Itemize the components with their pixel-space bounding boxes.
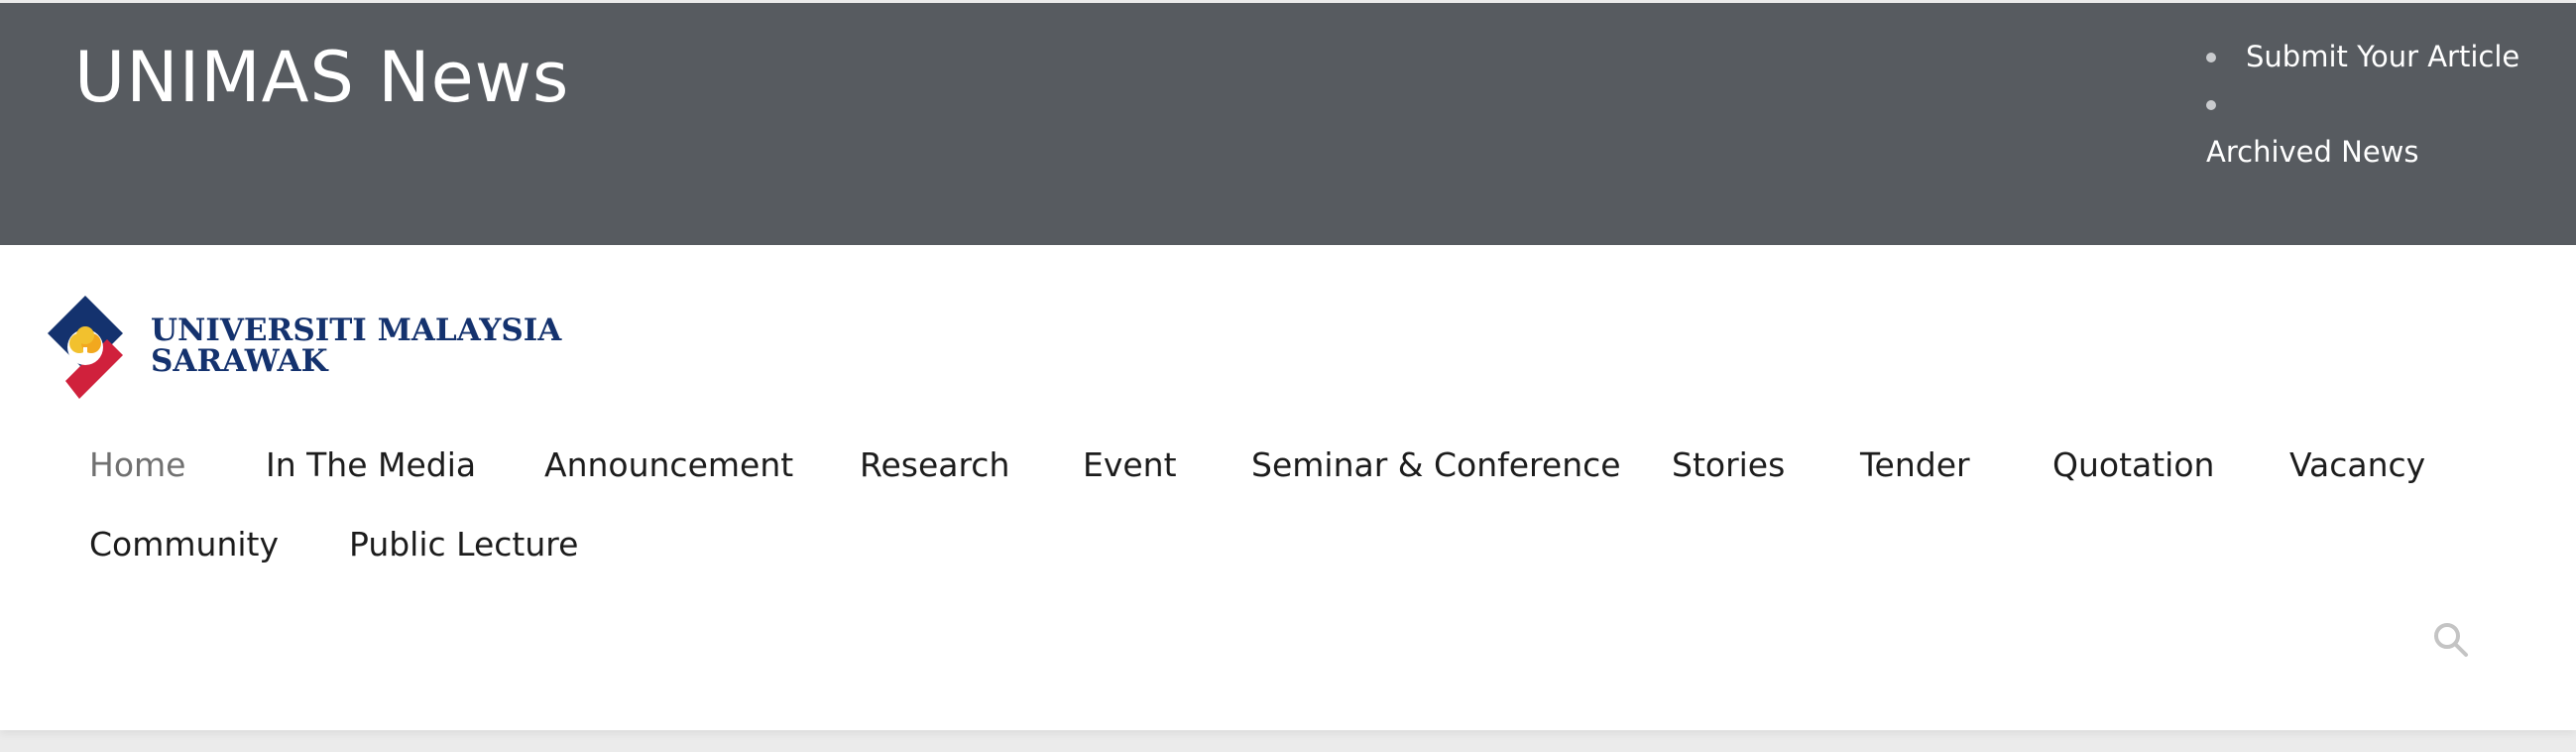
university-logo[interactable]: UNIVERSITI MALAYSIA SARAWAK xyxy=(44,292,561,405)
bullet-icon xyxy=(2206,53,2216,63)
nav-item-event[interactable]: Event xyxy=(1083,443,1177,487)
nav-item-community[interactable]: Community xyxy=(89,523,279,566)
top-link-item xyxy=(2206,80,2519,128)
top-link-item: Submit Your Article xyxy=(2206,33,2519,80)
nav-item-quotation[interactable]: Quotation xyxy=(2052,443,2214,487)
nav-item-research[interactable]: Research xyxy=(860,443,1009,487)
top-links: Submit Your Article Archived News xyxy=(2206,33,2519,176)
top-link-item: Archived News xyxy=(2206,128,2519,176)
nav-item-home[interactable]: Home xyxy=(89,443,185,487)
nav-item-public-lecture[interactable]: Public Lecture xyxy=(349,523,578,566)
bullet-icon xyxy=(2206,100,2216,110)
archived-news-link[interactable]: Archived News xyxy=(2206,128,2519,176)
unimas-logo-icon xyxy=(48,296,123,399)
nav-item-announcement[interactable]: Announcement xyxy=(544,443,793,487)
main-header: UNIVERSITI MALAYSIA SARAWAK Home In The … xyxy=(0,245,2576,730)
nav-item-in-the-media[interactable]: In The Media xyxy=(266,443,476,487)
search-icon xyxy=(2434,623,2468,657)
page: UNIMAS News Submit Your Article Archived… xyxy=(0,0,2576,752)
submit-article-link[interactable]: Submit Your Article xyxy=(2206,40,2519,73)
top-bar: UNIMAS News Submit Your Article Archived… xyxy=(0,3,2576,245)
site-title[interactable]: UNIMAS News xyxy=(74,33,569,122)
logo-line-1: UNIVERSITI MALAYSIA xyxy=(151,313,562,348)
search-button[interactable] xyxy=(2431,620,2471,660)
nav-item-vacancy[interactable]: Vacancy xyxy=(2289,443,2425,487)
nav-item-stories[interactable]: Stories xyxy=(1672,443,1785,487)
nav-item-tender[interactable]: Tender xyxy=(1860,443,1970,487)
logo-text: UNIVERSITI MALAYSIA SARAWAK xyxy=(151,315,561,377)
nav-item-seminar-conference[interactable]: Seminar & Conference xyxy=(1251,443,1621,487)
logo-line-2: SARAWAK xyxy=(151,343,328,379)
